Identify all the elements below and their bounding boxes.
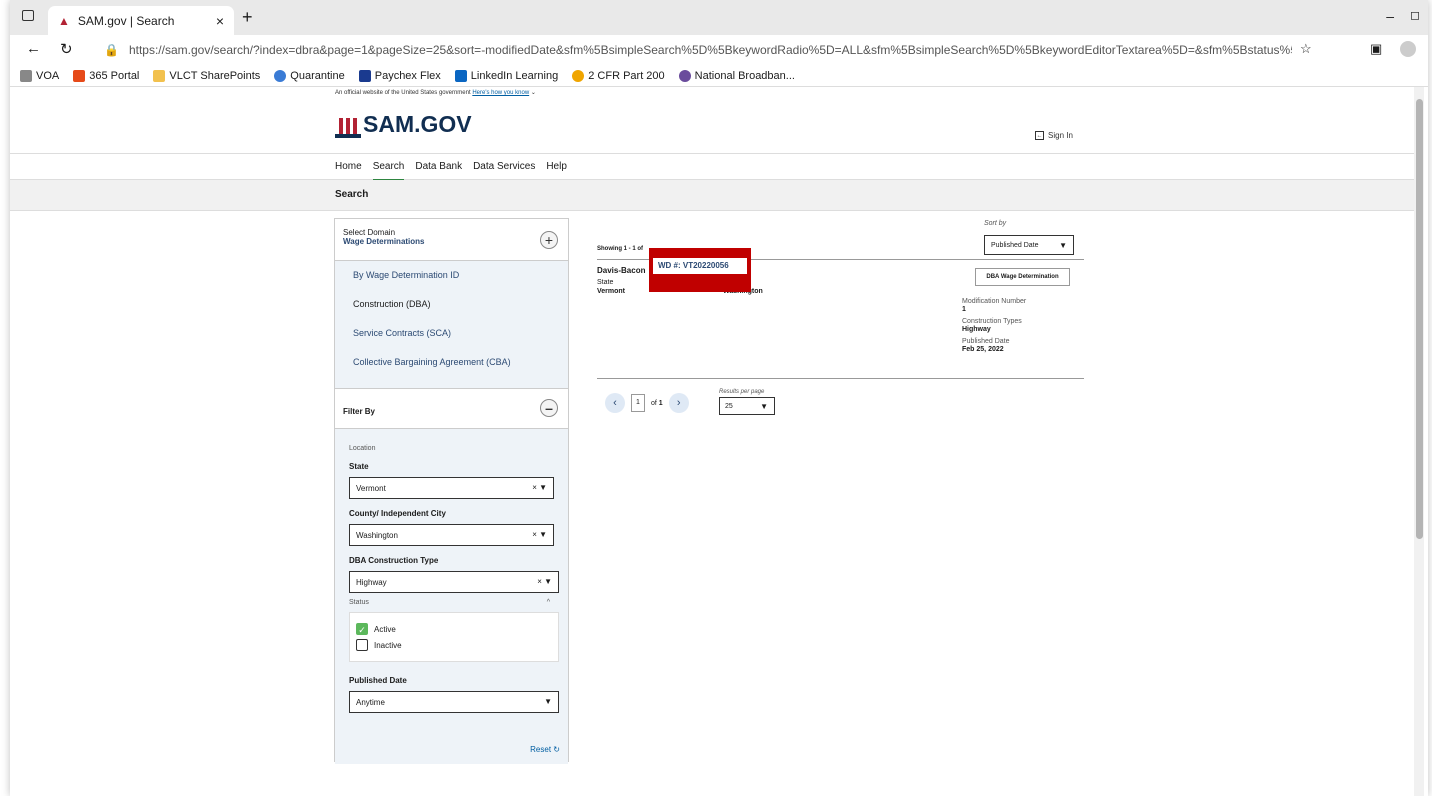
domain-construction[interactable]: Construction (DBA)	[335, 290, 568, 319]
browser-tab[interactable]: ▲ SAM.gov | Search ×	[48, 6, 234, 35]
tab-actions-icon[interactable]	[22, 10, 34, 21]
prev-page-icon[interactable]: ‹	[605, 393, 625, 413]
clear-dropdown-icon[interactable]: × ▼	[532, 530, 547, 539]
nav-data-services[interactable]: Data Services	[473, 154, 535, 181]
chevron-down-icon: ▼	[544, 697, 552, 706]
result-state: State Vermont	[597, 279, 626, 295]
checkbox-checked-icon[interactable]: ✓	[356, 623, 368, 635]
page-content: An official website of the United States…	[10, 87, 1414, 796]
sort-label: Sort by	[984, 220, 1007, 227]
expand-plus-icon[interactable]: +	[540, 231, 558, 249]
collections-icon[interactable]: ▣	[1370, 41, 1382, 57]
back-icon[interactable]: ←	[26, 40, 41, 57]
url-field[interactable]: 🔒 https://sam.gov/search/?index=dbra&pag…	[92, 38, 1292, 62]
favorite-cfr[interactable]: 2 CFR Part 200	[572, 69, 665, 82]
construction-type-label: DBA Construction Type	[349, 556, 439, 565]
sam-favicon-icon: ▲	[58, 13, 70, 28]
sort-select[interactable]: Published Date ▼	[984, 235, 1074, 255]
status-inactive-option[interactable]: Inactive	[356, 639, 552, 651]
domain-service-contracts[interactable]: Service Contracts (SCA)	[335, 319, 568, 348]
page-input[interactable]: 1	[631, 394, 645, 412]
clear-dropdown-icon[interactable]: × ▼	[537, 577, 552, 586]
filter-sidebar: Select Domain Wage Determinations + By W…	[334, 218, 569, 764]
published-date-select[interactable]: Anytime ▼	[349, 691, 559, 713]
per-page-label: Results per page	[719, 389, 765, 395]
nav-home[interactable]: Home	[335, 154, 362, 181]
filter-body: Location State Vermont × ▼ County/ Indepe…	[335, 429, 568, 764]
wd-number-link[interactable]: WD #: VT20220056	[653, 258, 747, 274]
nav-data-bank[interactable]: Data Bank	[415, 154, 462, 181]
status-options: ✓ Active Inactive	[349, 612, 559, 662]
collapse-minus-icon[interactable]: –	[540, 399, 558, 417]
sign-in-link[interactable]: ← Sign In	[1035, 131, 1073, 140]
refresh-icon[interactable]: ↻	[60, 40, 73, 58]
chevron-down-icon: ▼	[1059, 241, 1067, 250]
published-date-label: Published Date	[349, 676, 407, 685]
favorite-voa[interactable]: VOA	[20, 69, 59, 82]
address-bar: ← ↻ 🔒 https://sam.gov/search/?index=dbra…	[10, 35, 1428, 65]
clear-dropdown-icon[interactable]: × ▼	[532, 483, 547, 492]
county-select[interactable]: Washington × ▼	[349, 524, 554, 546]
lock-icon: 🔒	[104, 43, 119, 57]
domain-value: Wage Determinations	[343, 237, 425, 246]
reset-button[interactable]: Reset ↻	[530, 745, 560, 754]
favorites-bar: VOA 365 Portal VLCT SharePoints Quaranti…	[10, 65, 1428, 87]
restore-icon[interactable]: ◻	[1410, 8, 1420, 22]
domain-by-wd-id[interactable]: By Wage Determination ID	[335, 261, 568, 290]
favorite-vlct-sharepoints[interactable]: VLCT SharePoints	[153, 69, 260, 82]
highlight-box: WD #: VT20220056	[649, 248, 751, 292]
nav-search[interactable]: Search	[372, 154, 405, 181]
profile-icon[interactable]	[1400, 41, 1416, 57]
gov-banner: An official website of the United States…	[335, 90, 536, 96]
location-label: Location	[349, 445, 376, 452]
page-title: Search	[335, 189, 369, 200]
url-text: https://sam.gov/search/?index=dbra&page=…	[128, 43, 1292, 57]
sign-in-icon: ←	[1035, 131, 1044, 140]
state-label: State	[349, 462, 369, 471]
dba-wage-determination-button[interactable]: DBA Wage Determination	[975, 268, 1070, 286]
county-label: County/ Independent City	[349, 509, 446, 518]
chevron-up-icon: ^	[546, 599, 550, 606]
next-page-icon[interactable]: ›	[668, 393, 689, 413]
minimize-icon[interactable]: –	[1386, 8, 1394, 24]
page-header: Search	[10, 180, 1414, 211]
favorite-linkedin[interactable]: LinkedIn Learning	[454, 69, 558, 82]
tab-close-icon[interactable]: ×	[216, 13, 224, 29]
per-page-select[interactable]: 25 ▼	[719, 397, 775, 415]
domain-list: By Wage Determination ID Construction (D…	[335, 261, 568, 389]
divider	[597, 378, 1084, 379]
how-you-know-link[interactable]: Here's how you know	[472, 90, 529, 96]
page-of: of 1	[651, 399, 663, 407]
uncle-sam-hat-icon	[335, 118, 361, 138]
domain-cba[interactable]: Collective Bargaining Agreement (CBA)	[335, 348, 568, 377]
result-meta: Modification Number 1 Construction Types H…	[962, 298, 1027, 353]
favorite-paychex[interactable]: Paychex Flex	[358, 69, 441, 82]
filter-by-header[interactable]: Filter By –	[335, 389, 568, 429]
nav-help[interactable]: Help	[546, 154, 567, 181]
browser-window: ▲ SAM.gov | Search × + – ◻ ← ↻ 🔒 https:/…	[10, 0, 1428, 796]
sam-logo[interactable]: SAM.GOV	[335, 111, 472, 138]
status-label[interactable]: Status ^	[349, 599, 554, 606]
tab-title: SAM.gov | Search	[77, 13, 175, 28]
favorite-quarantine[interactable]: Quarantine	[274, 69, 345, 82]
results-per-page: Results per page 25 ▼	[719, 389, 775, 415]
construction-type-select[interactable]: Highway × ▼	[349, 571, 559, 593]
select-domain-label: Select Domain	[343, 228, 396, 237]
chevron-down-icon: ▼	[760, 402, 768, 411]
pagination: ‹ 1 of 1 ›	[605, 393, 689, 413]
status-active-option[interactable]: ✓ Active	[356, 623, 552, 635]
results-count: Showing 1 - 1 of	[597, 246, 643, 252]
state-select[interactable]: Vermont × ▼	[349, 477, 554, 499]
favorite-broadband[interactable]: National Broadban...	[678, 69, 795, 82]
tab-bar: ▲ SAM.gov | Search × + – ◻	[10, 0, 1428, 35]
scrollbar[interactable]	[1414, 87, 1424, 796]
favorite-365-portal[interactable]: 365 Portal	[73, 69, 139, 82]
checkbox-icon[interactable]	[356, 639, 368, 651]
select-domain[interactable]: Select Domain Wage Determinations +	[335, 219, 568, 261]
favorites-icon[interactable]: ☆	[1300, 41, 1312, 57]
scrollbar-thumb[interactable]	[1416, 99, 1423, 539]
main-nav: Home Search Data Bank Data Services Help	[10, 153, 1414, 181]
new-tab-icon[interactable]: +	[242, 7, 253, 28]
result-title: Davis-Bacon	[597, 266, 646, 275]
